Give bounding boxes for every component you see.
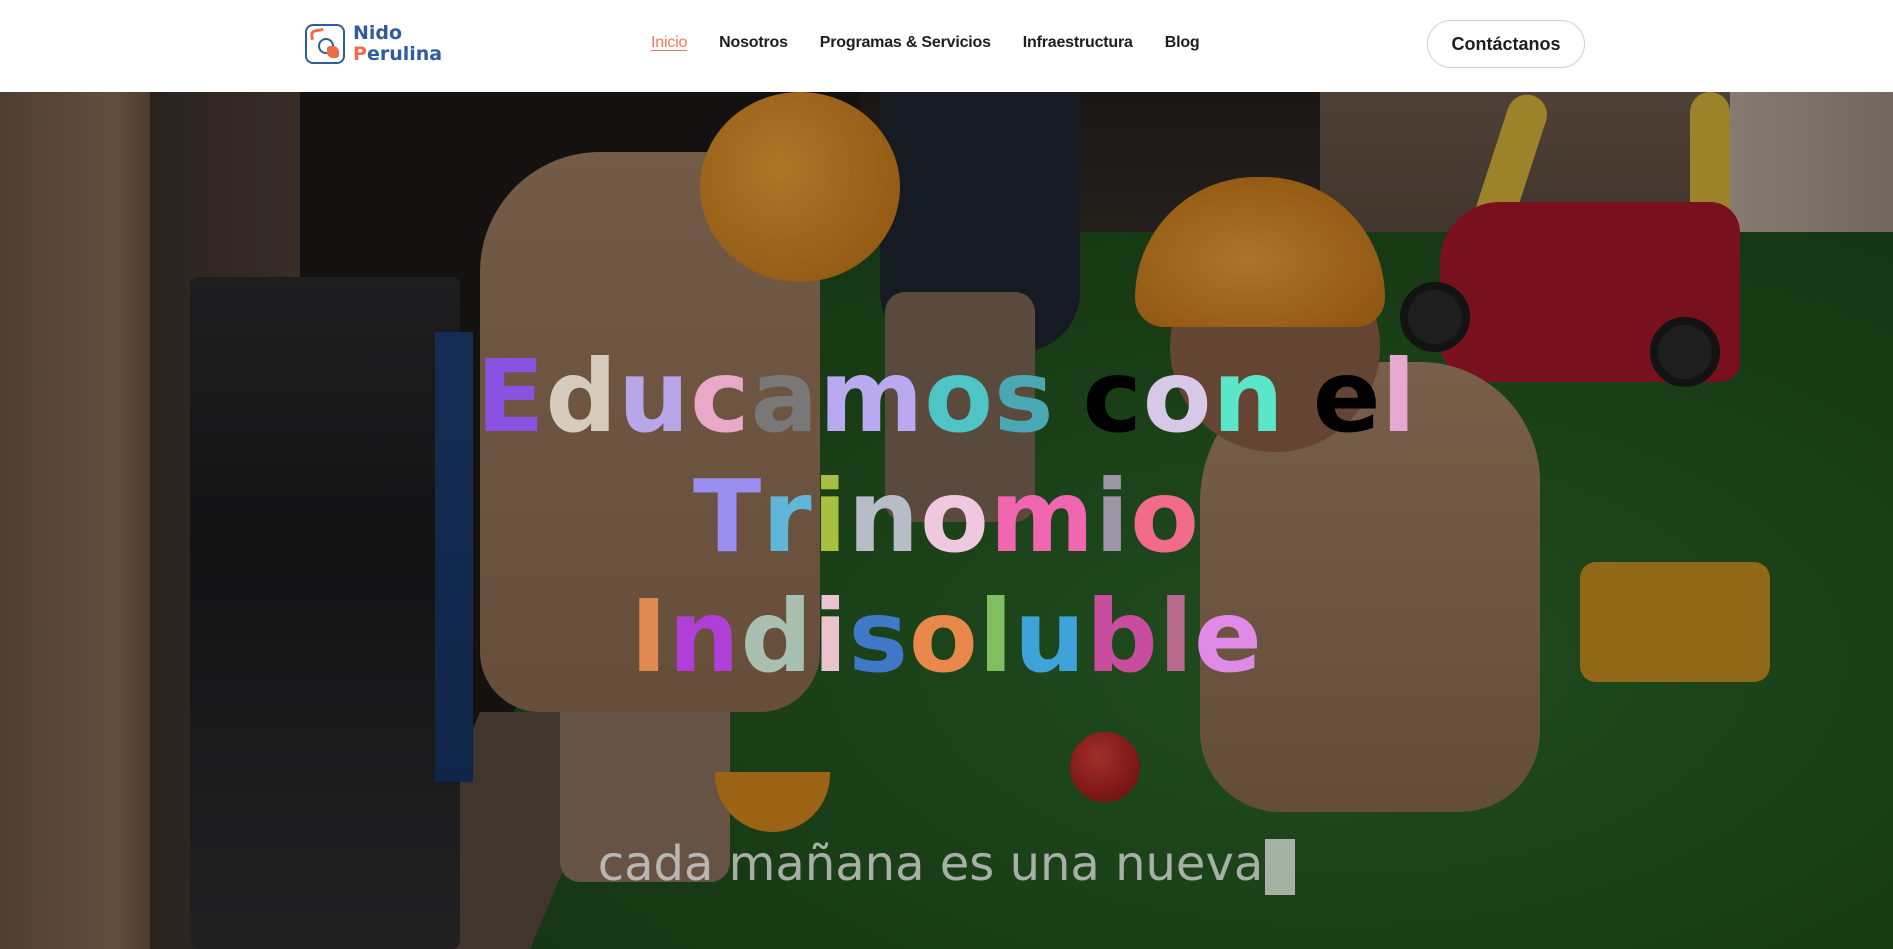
headline-letter: u xyxy=(618,338,691,455)
headline-letter: o xyxy=(1142,338,1213,455)
nav-link-infraestructura[interactable]: Infraestructura xyxy=(1023,34,1133,52)
brand-logo[interactable]: Nido Perulina xyxy=(305,22,445,66)
headline-letter: a xyxy=(750,338,820,455)
hero-section: Educamos con el Trinomio Indisoluble xyxy=(0,92,1893,949)
nav-link-blog[interactable]: Blog xyxy=(1165,34,1200,52)
headline-letter: c xyxy=(690,338,751,455)
headline-line: Trinomio xyxy=(0,457,1893,577)
headline-letter: m xyxy=(819,338,925,455)
typed-text: cada mañana es una nueva xyxy=(597,836,1264,892)
logo-line-2-rest: erulina xyxy=(366,43,443,65)
headline-letter: n xyxy=(668,578,741,695)
headline-letter: e xyxy=(1312,338,1382,455)
typewriter-text: cada mañana es una nueva xyxy=(0,834,1893,895)
headline-letter: d xyxy=(545,338,619,455)
nav-link-programas-servicios[interactable]: Programas & Servicios xyxy=(820,34,991,52)
headline-letter: i xyxy=(813,578,849,695)
headline-line: Educamos con el xyxy=(0,337,1893,457)
headline-letter: o xyxy=(1130,458,1200,575)
nav-link-nosotros[interactable]: Nosotros xyxy=(719,34,788,52)
logo-wordmark: Nido Perulina xyxy=(353,24,442,64)
headline-letter: E xyxy=(476,338,546,455)
headline-letter: m xyxy=(989,458,1095,575)
headline-letter xyxy=(1055,337,1083,457)
headline-letter: s xyxy=(848,578,909,695)
top-navbar: Nido Perulina Inicio Nosotros Programas … xyxy=(0,0,1893,92)
headline-letter: o xyxy=(924,338,994,455)
headline-letter: s xyxy=(993,338,1055,455)
logo-icon xyxy=(305,24,345,64)
headline-letter: u xyxy=(1013,578,1087,695)
headline-letter xyxy=(1285,337,1313,457)
text-cursor xyxy=(1265,839,1296,895)
main-nav: Inicio Nosotros Programas & Servicios In… xyxy=(651,31,1231,55)
headline-letter: l xyxy=(978,578,1014,695)
headline-letter: b xyxy=(1086,578,1159,695)
hero-headline: Educamos con el Trinomio Indisoluble xyxy=(0,337,1893,697)
headline-letter: d xyxy=(740,578,814,695)
logo-line-1: Nido xyxy=(353,22,403,44)
headline-letter: I xyxy=(630,578,669,695)
nav-link-inicio[interactable]: Inicio xyxy=(651,34,687,52)
headline-letter: o xyxy=(908,578,979,695)
logo-line-2-initial: P xyxy=(353,43,367,65)
headline-letter: i xyxy=(812,458,848,575)
headline-letter: l xyxy=(1158,578,1195,695)
headline-letter: T xyxy=(693,458,763,575)
contact-button[interactable]: Contáctanos xyxy=(1427,20,1585,68)
headline-letter: l xyxy=(1381,338,1417,455)
headline-letter: o xyxy=(920,458,990,575)
headline-letter: e xyxy=(1194,578,1263,695)
headline-letter: i xyxy=(1094,458,1131,575)
headline-line: Indisoluble xyxy=(0,577,1893,697)
headline-letter: r xyxy=(762,458,813,575)
headline-letter: c xyxy=(1082,338,1143,455)
headline-letter: n xyxy=(1212,338,1285,455)
logo-line-2: Perulina xyxy=(353,45,442,64)
headline-letter: n xyxy=(847,458,921,575)
